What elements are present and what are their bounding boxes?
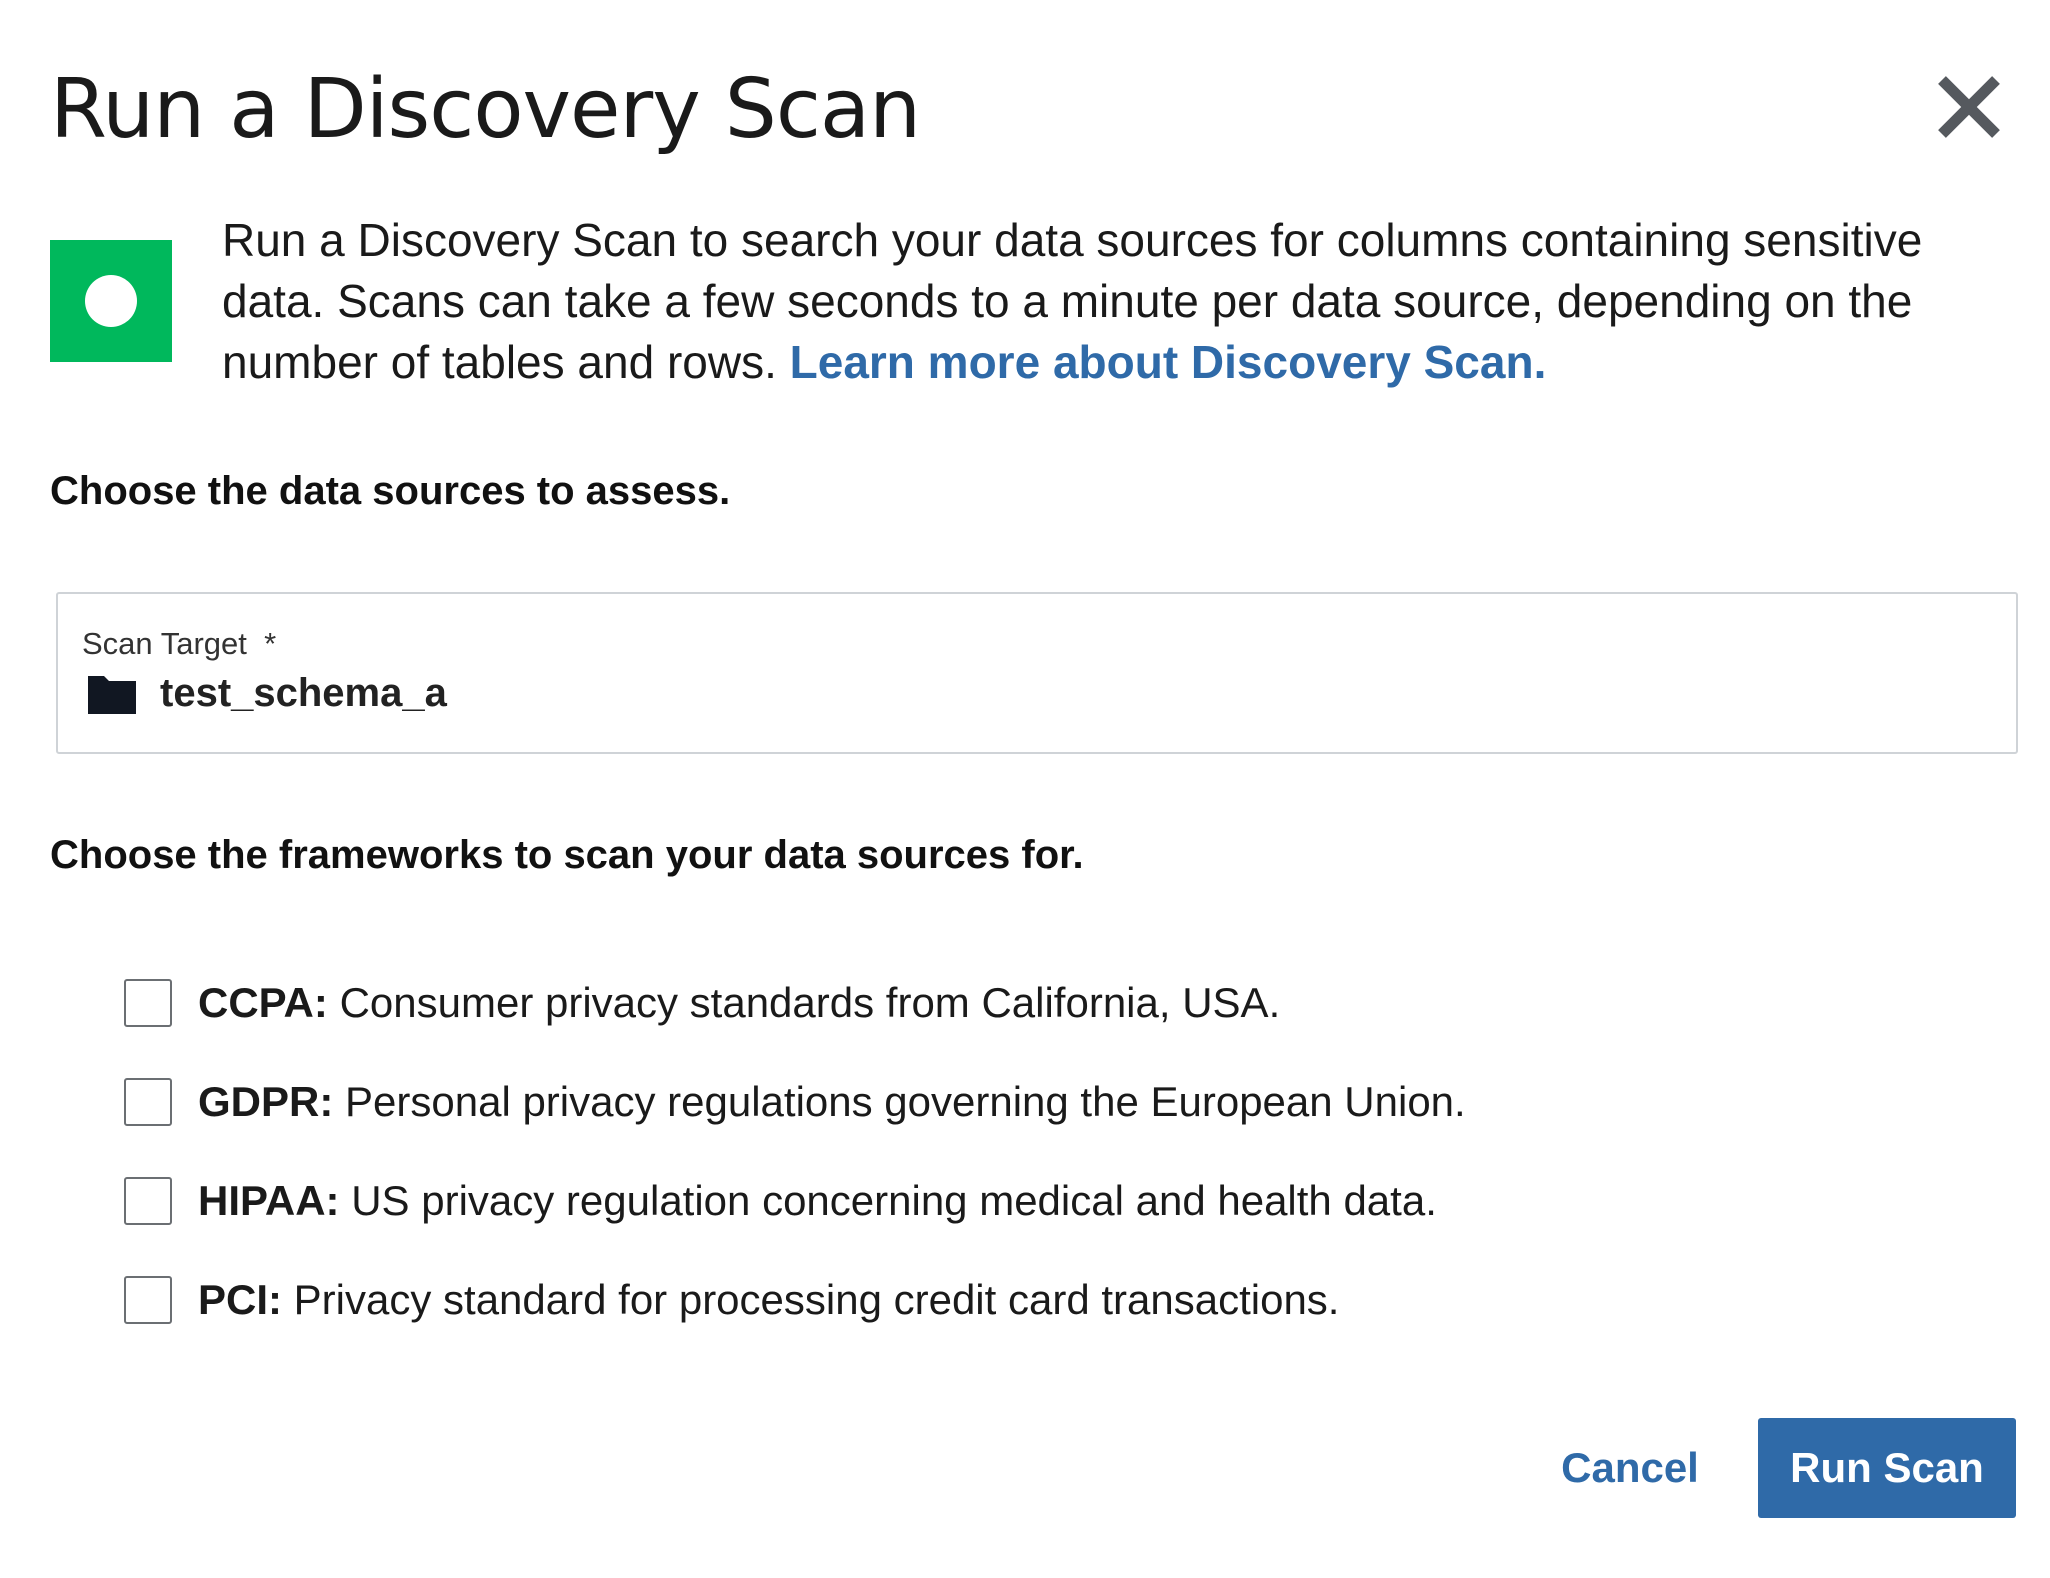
gdpr-checkbox[interactable]: [124, 1078, 172, 1126]
framework-list: CCPA: Consumer privacy standards from Ca…: [124, 975, 1924, 1371]
scan-target-value: test_schema_a: [160, 671, 447, 715]
run-discovery-scan-dialog: Run a Discovery Scan Run a Discovery Sca…: [0, 0, 2050, 1578]
required-marker: *: [264, 626, 277, 661]
folder-icon: [86, 672, 138, 716]
status-indicator-icon: [50, 240, 172, 362]
info-message: Run a Discovery Scan to search your data…: [222, 210, 2012, 393]
framework-description: Privacy standard for processing credit c…: [293, 1276, 1340, 1323]
ccpa-checkbox[interactable]: [124, 979, 172, 1027]
framework-name: CCPA:: [198, 979, 328, 1026]
framework-name: HIPAA:: [198, 1177, 340, 1224]
cancel-button[interactable]: Cancel: [1540, 1418, 1720, 1518]
framework-option-gdpr[interactable]: GDPR: Personal privacy regulations gover…: [124, 1074, 1924, 1173]
close-button[interactable]: [1934, 72, 2004, 142]
framework-label: GDPR: Personal privacy regulations gover…: [198, 1074, 1466, 1130]
learn-more-link[interactable]: Learn more about Discovery Scan.: [790, 336, 1547, 388]
framework-description: Personal privacy regulations governing t…: [345, 1078, 1466, 1125]
scan-target-label: Scan Target *: [82, 626, 277, 661]
framework-option-ccpa[interactable]: CCPA: Consumer privacy standards from Ca…: [124, 975, 1924, 1074]
run-scan-button[interactable]: Run Scan: [1758, 1418, 2016, 1518]
framework-option-hipaa[interactable]: HIPAA: US privacy regulation concerning …: [124, 1173, 1924, 1272]
framework-label: CCPA: Consumer privacy standards from Ca…: [198, 975, 1280, 1031]
close-icon: [1938, 76, 2000, 138]
hipaa-checkbox[interactable]: [124, 1177, 172, 1225]
pci-checkbox[interactable]: [124, 1276, 172, 1324]
framework-label: HIPAA: US privacy regulation concerning …: [198, 1173, 1437, 1229]
framework-label: PCI: Privacy standard for processing cre…: [198, 1272, 1339, 1328]
framework-description: US privacy regulation concerning medical…: [351, 1177, 1437, 1224]
scan-target-field[interactable]: Scan Target * test_schema_a: [56, 592, 2018, 754]
framework-name: GDPR:: [198, 1078, 334, 1125]
framework-name: PCI:: [198, 1276, 282, 1323]
dialog-title: Run a Discovery Scan: [50, 62, 921, 157]
framework-option-pci[interactable]: PCI: Privacy standard for processing cre…: [124, 1272, 1924, 1371]
frameworks-heading: Choose the frameworks to scan your data …: [50, 833, 1084, 877]
framework-description: Consumer privacy standards from Californ…: [339, 979, 1281, 1026]
data-sources-heading: Choose the data sources to assess.: [50, 469, 731, 513]
